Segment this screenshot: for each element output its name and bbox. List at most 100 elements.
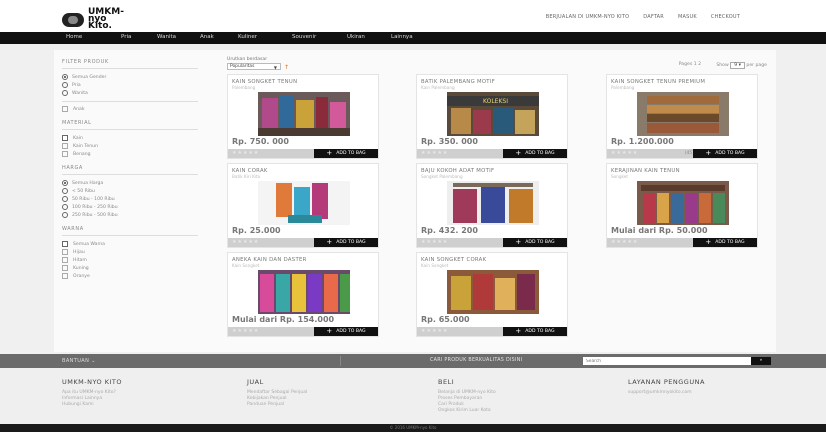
rating-stars-icon[interactable]: ★★★★★: [421, 150, 448, 156]
product-card[interactable]: KAIN SONGKET CORAK Kain Songket Rp. 65.0…: [416, 252, 568, 337]
link-daftar[interactable]: DAFTAR: [643, 14, 664, 20]
filter-warna-hijau[interactable]: Hijau: [62, 248, 198, 256]
add-to-bag-button[interactable]: + ADD TO BAG: [503, 327, 567, 336]
product-image[interactable]: [637, 181, 729, 225]
product-image[interactable]: [258, 92, 350, 136]
filter-harga-2[interactable]: 50 Ribu - 100 Ribu: [62, 195, 198, 203]
product-image[interactable]: [258, 270, 350, 314]
product-price: Mulai dari Rp. 154.000: [232, 315, 335, 324]
footer: UMKM-NYO KITO Apa itu UMKM-nyo Kito? Inf…: [0, 368, 826, 430]
product-seller: Batik Kiri Kito: [232, 174, 261, 179]
plus-icon: +: [515, 238, 522, 246]
filter-kain-tenun[interactable]: Kain Tenun: [62, 142, 198, 150]
add-to-bag-button[interactable]: + ADD TO BAG: [503, 238, 567, 247]
filter-sidebar: FILTER PRODUK Semua Gender Pria Wanita A…: [62, 56, 198, 284]
filter-kain[interactable]: Kain: [62, 134, 198, 142]
bantuan-dropdown[interactable]: BANTUAN ⌄: [62, 358, 96, 364]
nav-souvenir[interactable]: Souvenir: [292, 34, 347, 40]
product-card[interactable]: BATIK PALEMBANG MOTIF Kain Palembang KOL…: [416, 74, 568, 159]
logo[interactable]: UMKM-nyo Kito.: [62, 7, 128, 31]
checkbox-icon[interactable]: [62, 265, 68, 271]
filter-gender-wanita[interactable]: Wanita: [62, 89, 198, 97]
nav-ukiran[interactable]: Ukiran: [347, 34, 391, 40]
rating-stars-icon[interactable]: ★★★★★: [421, 328, 448, 334]
radio-icon[interactable]: [62, 90, 68, 96]
product-card[interactable]: ANEKA KAIN DAN DASTER Kain Songket Mulai…: [227, 252, 379, 337]
checkbox-icon[interactable]: [62, 106, 68, 112]
filter-gender-all[interactable]: Semua Gender: [62, 73, 198, 81]
product-image[interactable]: [447, 270, 539, 314]
nav-anak[interactable]: Anak: [200, 34, 238, 40]
add-to-bag-button[interactable]: + ADD TO BAG: [503, 149, 567, 158]
add-to-bag-button[interactable]: + ADD TO BAG: [693, 238, 757, 247]
footer-link[interactable]: Panduan Penjual: [247, 402, 307, 408]
product-card[interactable]: KAIN SONGKET TENUN Palembang Rp. 750. 00…: [227, 74, 379, 159]
rating-stars-icon[interactable]: ★★★★★: [232, 239, 259, 245]
filter-harga-1[interactable]: < 50 Ribu: [62, 187, 198, 195]
filter-harga-4[interactable]: 250 Ribu - 500 Ribu: [62, 211, 198, 219]
checkbox-icon[interactable]: [62, 135, 68, 141]
rating-stars-icon[interactable]: ★★★★★: [611, 150, 638, 156]
radio-icon[interactable]: [62, 82, 68, 88]
nav-pria[interactable]: Pria: [121, 34, 157, 40]
per-page-select[interactable]: 9 ▾: [730, 62, 745, 69]
footer-link[interactable]: Hubungi Kami: [62, 402, 122, 408]
filter-harga-all[interactable]: Semua Harga: [62, 179, 198, 187]
filter-harga-3[interactable]: 100 Ribu - 250 Ribu: [62, 203, 198, 211]
product-card[interactable]: BAJU KOKOH ADAT MOTIF Songket Palembang …: [416, 163, 568, 248]
product-seller: Kain Songket: [421, 263, 449, 268]
rating-stars-icon[interactable]: ★★★★★: [232, 150, 259, 156]
add-to-bag-button[interactable]: + ADD TO BAG: [314, 238, 378, 247]
link-berjualan[interactable]: BERJUALAN DI UMKM-NYO KITO: [546, 14, 630, 20]
footer-link[interactable]: Ongkos Kirim Luar Kota: [438, 408, 496, 414]
nav-lainnya[interactable]: Lainnya: [391, 34, 431, 40]
checkbox-icon[interactable]: [62, 151, 68, 157]
product-image[interactable]: [258, 181, 350, 225]
product-card[interactable]: KERAJINAN KAIN TENUN Songket Mulai dari …: [606, 163, 758, 248]
product-seller: Kain Songket: [232, 263, 260, 268]
logo-text: UMKM-nyo Kito.: [88, 7, 124, 31]
filter-warna-hitam[interactable]: Hitam: [62, 256, 198, 264]
rating-stars-icon[interactable]: ★★★★★: [611, 239, 638, 245]
checkbox-icon[interactable]: [62, 273, 68, 279]
nav-kuliner[interactable]: Kuliner: [238, 34, 292, 40]
radio-icon[interactable]: [62, 196, 68, 202]
radio-icon[interactable]: [62, 212, 68, 218]
filter-warna-all[interactable]: Semua Warna: [62, 240, 198, 248]
footer-heading: JUAL: [247, 378, 264, 386]
checkbox-icon[interactable]: [62, 257, 68, 263]
add-to-bag-button[interactable]: + ADD TO BAG: [314, 327, 378, 336]
nav-home[interactable]: Home: [66, 34, 121, 40]
rating-stars-icon[interactable]: ★★★★★: [421, 239, 448, 245]
checkbox-icon[interactable]: [62, 241, 68, 247]
filter-benang[interactable]: Benang: [62, 150, 198, 158]
support-email[interactable]: support@umkmnyokito.com: [628, 390, 705, 396]
product-image[interactable]: KOLEKSI: [447, 92, 539, 136]
radio-icon[interactable]: [62, 180, 68, 186]
product-image[interactable]: [637, 92, 729, 136]
product-image[interactable]: [447, 181, 539, 225]
product-card[interactable]: KAIN CORAK Batik Kiri Kito Rp. 25.000 ★★…: [227, 163, 379, 248]
add-to-bag-button[interactable]: + ADD TO BAG: [693, 149, 757, 158]
rating-stars-icon[interactable]: ★★★★★: [232, 328, 259, 334]
checkbox-icon[interactable]: [62, 249, 68, 255]
nav-wanita[interactable]: Wanita: [157, 34, 200, 40]
search-button[interactable]: »: [751, 357, 771, 365]
radio-icon[interactable]: [62, 204, 68, 210]
search-input[interactable]: [583, 357, 751, 365]
link-masuk[interactable]: MASUK: [678, 14, 697, 20]
add-to-bag-button[interactable]: + ADD TO BAG: [314, 149, 378, 158]
radio-icon[interactable]: [62, 188, 68, 194]
radio-icon[interactable]: [62, 74, 68, 80]
checkbox-icon[interactable]: [62, 143, 68, 149]
pagination[interactable]: Pages 1 2: [679, 62, 701, 67]
filter-anak[interactable]: Anak: [62, 105, 198, 113]
product-price: Rp. 350. 000: [421, 137, 478, 146]
filter-warna-kuning[interactable]: Kuning: [62, 264, 198, 272]
product-card[interactable]: KAIN SONGKET TENUN PREMIUM Palembang Rp.…: [606, 74, 758, 159]
link-checkout[interactable]: CHECKOUT: [711, 14, 740, 20]
filter-warna-oranye[interactable]: Oranye: [62, 272, 198, 280]
sort-select[interactable]: Popularitas ▼: [227, 63, 281, 70]
sort-direction-icon[interactable]: ↑: [284, 64, 289, 71]
filter-gender-pria[interactable]: Pria: [62, 81, 198, 89]
